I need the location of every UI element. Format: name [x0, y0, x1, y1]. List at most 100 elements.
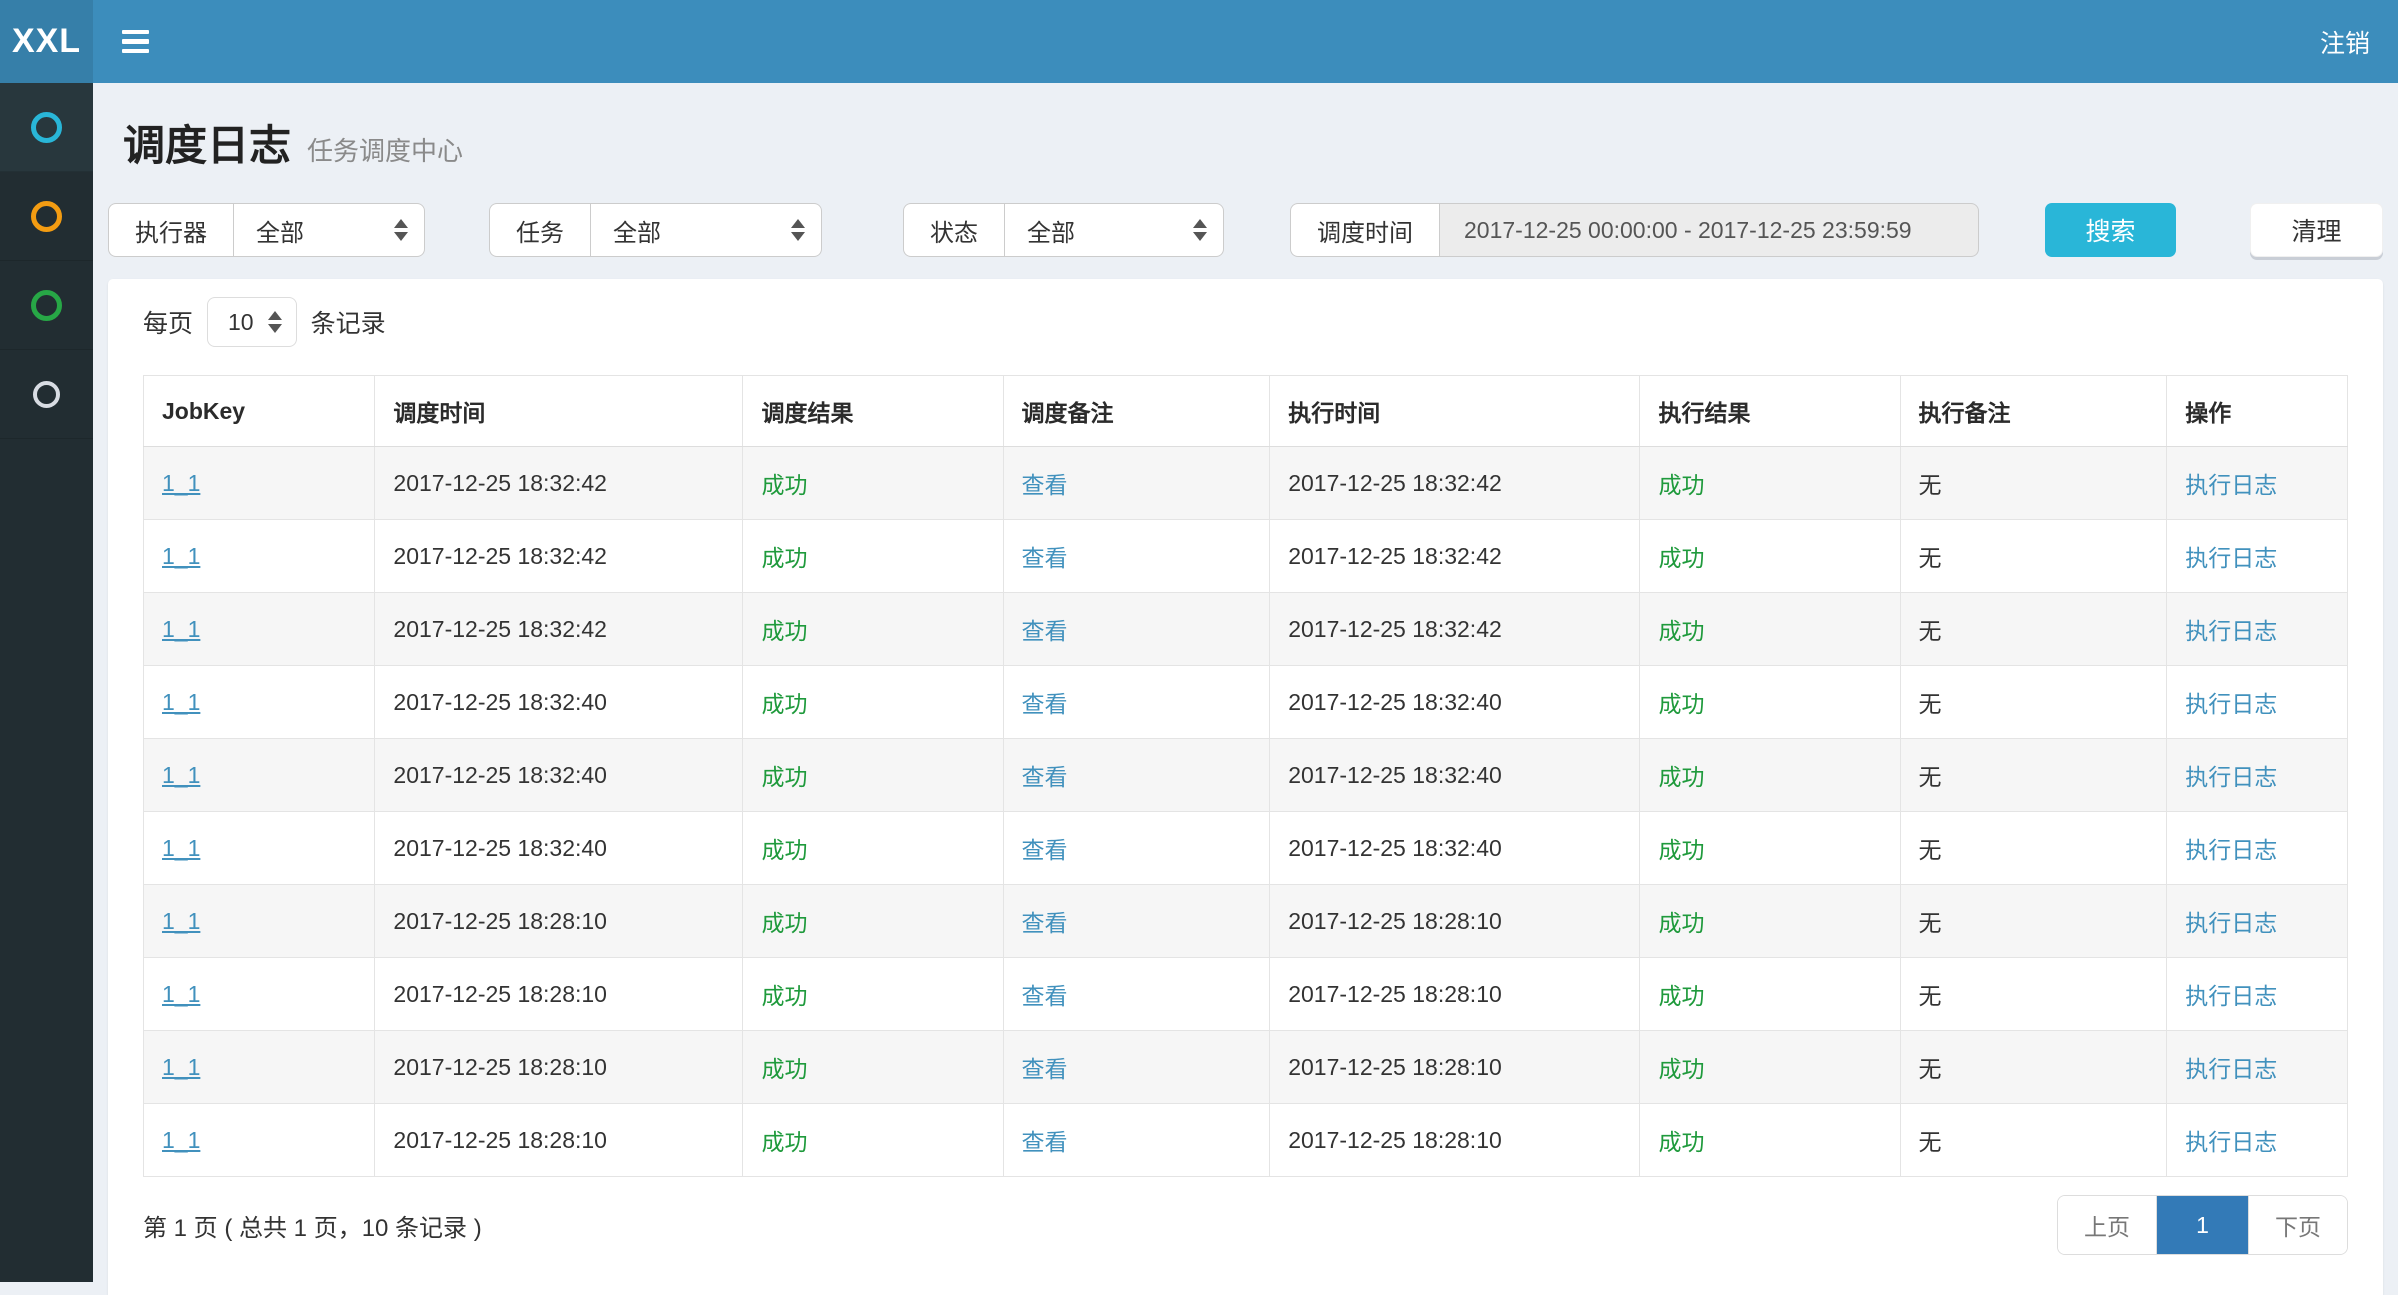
- jobkey-link[interactable]: 1_1: [162, 616, 200, 642]
- cell-handle-result: 成功: [1640, 593, 1900, 666]
- circle-outline-icon: [31, 290, 62, 321]
- page-size-select[interactable]: 10: [207, 297, 297, 347]
- cell-trigger-time: 2017-12-25 18:32:42: [375, 447, 743, 520]
- success-badge: 成功: [1658, 691, 1704, 717]
- circle-outline-icon: [31, 201, 62, 232]
- success-badge: 成功: [1658, 910, 1704, 936]
- table-row: 1_1 2017-12-25 18:32:42 成功 查看 2017-12-25…: [144, 593, 2348, 666]
- cell-trigger-result: 成功: [743, 593, 1003, 666]
- jobkey-link[interactable]: 1_1: [162, 762, 200, 788]
- cell-handle-result: 成功: [1640, 1104, 1900, 1177]
- jobkey-link[interactable]: 1_1: [162, 1127, 200, 1153]
- cell-trigger-time: 2017-12-25 18:32:40: [375, 812, 743, 885]
- cell-trigger-time: 2017-12-25 18:28:10: [375, 1104, 743, 1177]
- page-size-suffix-label: 条记录: [311, 304, 386, 340]
- jobkey-link[interactable]: 1_1: [162, 981, 200, 1007]
- page-title: 调度日志: [123, 121, 291, 171]
- select-arrows-icon: [394, 219, 408, 241]
- execution-log-link[interactable]: 执行日志: [2185, 764, 2277, 790]
- execution-log-link[interactable]: 执行日志: [2185, 837, 2277, 863]
- cell-action: 执行日志: [2167, 885, 2348, 958]
- view-trigger-msg-link[interactable]: 查看: [1022, 1056, 1068, 1082]
- jobkey-link[interactable]: 1_1: [162, 1054, 200, 1080]
- cell-jobkey: 1_1: [144, 1104, 375, 1177]
- cell-handle-msg: 无: [1900, 520, 2167, 593]
- jobkey-link[interactable]: 1_1: [162, 835, 200, 861]
- executor-select[interactable]: 全部: [233, 203, 425, 257]
- cell-trigger-result: 成功: [743, 885, 1003, 958]
- cell-action: 执行日志: [2167, 593, 2348, 666]
- col-header-jobkey: JobKey: [144, 376, 375, 447]
- view-trigger-msg-link[interactable]: 查看: [1022, 545, 1068, 571]
- app-logo[interactable]: XXL: [0, 0, 93, 83]
- sidebar-toggle-button[interactable]: [93, 0, 177, 83]
- status-select[interactable]: 全部: [1004, 203, 1224, 257]
- sidebar-item-3[interactable]: [0, 261, 93, 350]
- cell-trigger-time: 2017-12-25 18:28:10: [375, 958, 743, 1031]
- execution-log-link[interactable]: 执行日志: [2185, 1129, 2277, 1155]
- success-badge: 成功: [761, 837, 807, 863]
- status-select-value: 全部: [1027, 213, 1075, 248]
- cell-trigger-result: 成功: [743, 1031, 1003, 1104]
- view-trigger-msg-link[interactable]: 查看: [1022, 1129, 1068, 1155]
- sidebar-item-1[interactable]: [0, 83, 93, 172]
- cell-action: 执行日志: [2167, 447, 2348, 520]
- current-page-button[interactable]: 1: [2156, 1196, 2248, 1254]
- view-trigger-msg-link[interactable]: 查看: [1022, 910, 1068, 936]
- view-trigger-msg-link[interactable]: 查看: [1022, 618, 1068, 644]
- circle-outline-icon: [33, 381, 60, 408]
- sidebar: [0, 83, 93, 1282]
- log-table-box: 每页 10 条记录 JobKey 调度时间 调度结果 调度备注 执行时间 执行结…: [108, 279, 2383, 1295]
- success-badge: 成功: [761, 691, 807, 717]
- success-badge: 成功: [1658, 545, 1704, 571]
- execution-log-link[interactable]: 执行日志: [2185, 545, 2277, 571]
- execution-log-link[interactable]: 执行日志: [2185, 618, 2277, 644]
- sidebar-item-4[interactable]: [0, 350, 93, 439]
- job-select[interactable]: 全部: [590, 203, 822, 257]
- cell-trigger-msg: 查看: [1003, 1031, 1270, 1104]
- cell-handle-msg: 无: [1900, 885, 2167, 958]
- time-range-input[interactable]: 2017-12-25 00:00:00 - 2017-12-25 23:59:5…: [1439, 203, 1979, 257]
- execution-log-link[interactable]: 执行日志: [2185, 1056, 2277, 1082]
- success-badge: 成功: [761, 472, 807, 498]
- col-header-action: 操作: [2167, 376, 2348, 447]
- job-filter-label: 任务: [489, 203, 590, 257]
- cell-trigger-time: 2017-12-25 18:28:10: [375, 885, 743, 958]
- success-badge: 成功: [1658, 472, 1704, 498]
- table-row: 1_1 2017-12-25 18:32:42 成功 查看 2017-12-25…: [144, 447, 2348, 520]
- execution-log-link[interactable]: 执行日志: [2185, 983, 2277, 1009]
- jobkey-link[interactable]: 1_1: [162, 689, 200, 715]
- cell-handle-result: 成功: [1640, 885, 1900, 958]
- clear-button[interactable]: 清理: [2250, 203, 2383, 257]
- cell-jobkey: 1_1: [144, 885, 375, 958]
- next-page-button[interactable]: 下页: [2248, 1196, 2347, 1254]
- table-row: 1_1 2017-12-25 18:28:10 成功 查看 2017-12-25…: [144, 885, 2348, 958]
- execution-log-link[interactable]: 执行日志: [2185, 910, 2277, 936]
- view-trigger-msg-link[interactable]: 查看: [1022, 837, 1068, 863]
- cell-handle-msg: 无: [1900, 812, 2167, 885]
- success-badge: 成功: [761, 1129, 807, 1155]
- execution-log-link[interactable]: 执行日志: [2185, 691, 2277, 717]
- view-trigger-msg-link[interactable]: 查看: [1022, 691, 1068, 717]
- page-size-row: 每页 10 条记录: [143, 297, 2348, 347]
- cell-handle-result: 成功: [1640, 520, 1900, 593]
- cell-action: 执行日志: [2167, 666, 2348, 739]
- sidebar-item-2[interactable]: [0, 172, 93, 261]
- logout-button[interactable]: 注销: [2292, 0, 2398, 83]
- success-badge: 成功: [761, 910, 807, 936]
- jobkey-link[interactable]: 1_1: [162, 908, 200, 934]
- execution-log-link[interactable]: 执行日志: [2185, 472, 2277, 498]
- view-trigger-msg-link[interactable]: 查看: [1022, 764, 1068, 790]
- jobkey-link[interactable]: 1_1: [162, 543, 200, 569]
- col-header-handle-time: 执行时间: [1270, 376, 1640, 447]
- cell-handle-result: 成功: [1640, 958, 1900, 1031]
- prev-page-button[interactable]: 上页: [2058, 1196, 2156, 1254]
- cell-trigger-result: 成功: [743, 812, 1003, 885]
- cell-jobkey: 1_1: [144, 447, 375, 520]
- view-trigger-msg-link[interactable]: 查看: [1022, 983, 1068, 1009]
- search-button[interactable]: 搜索: [2045, 203, 2176, 257]
- view-trigger-msg-link[interactable]: 查看: [1022, 472, 1068, 498]
- success-badge: 成功: [1658, 618, 1704, 644]
- jobkey-link[interactable]: 1_1: [162, 470, 200, 496]
- hamburger-icon: [122, 30, 149, 54]
